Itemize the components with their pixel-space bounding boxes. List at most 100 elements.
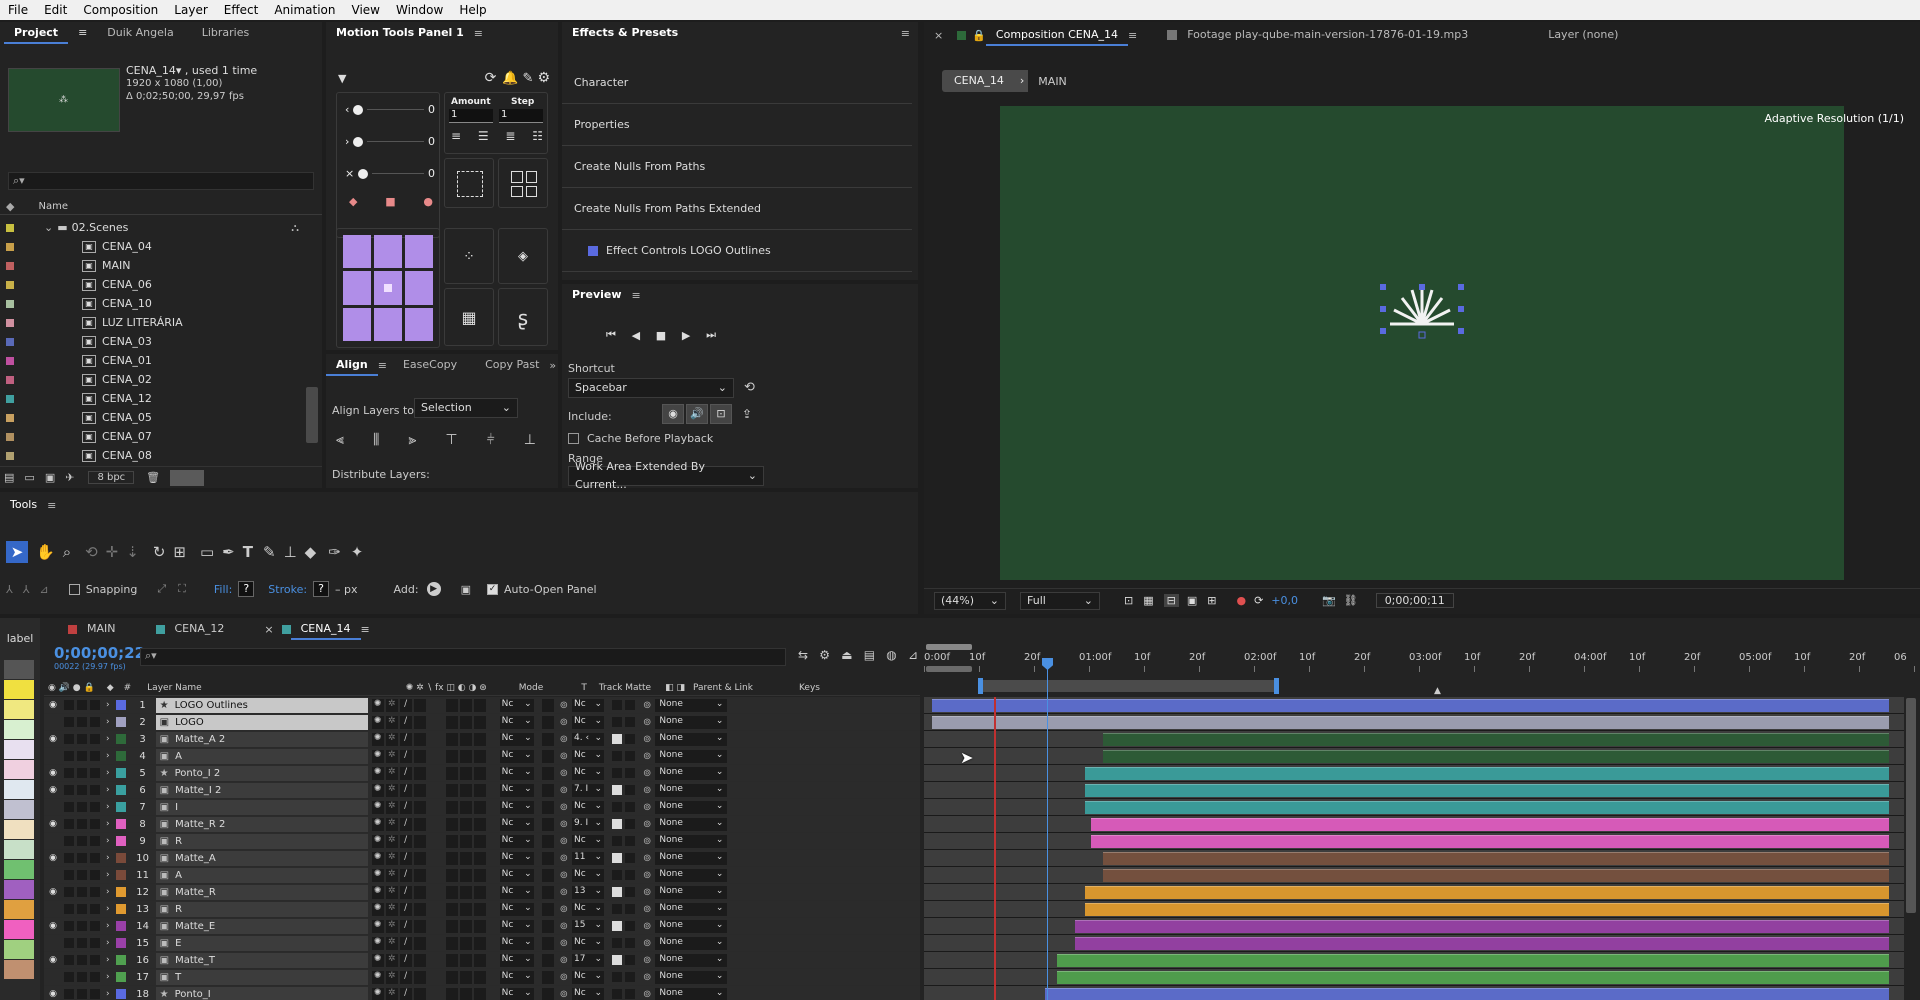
clone-stamp-tool-icon[interactable]: ⊥	[284, 543, 297, 561]
switch-motionblur[interactable]	[459, 868, 472, 882]
tab-fake-icon[interactable]: ≡	[68, 22, 97, 44]
parent-dropdown[interactable]: None ⌄	[655, 919, 728, 933]
switch-adjust[interactable]	[473, 902, 486, 916]
switch-collapse-icon[interactable]: ✲	[385, 698, 398, 712]
new-comp-icon[interactable]: ▣	[45, 471, 55, 484]
parent-dropdown[interactable]: None ⌄	[655, 800, 728, 814]
layer-row[interactable]: ◉ › 1 ★ LOGO Outlines ✺ ✲ ∕ Nc ⌄ ⊚ Nc ⌄ ⊚ None ⌄	[44, 697, 920, 714]
switch-shy-icon[interactable]: ✺	[371, 851, 384, 865]
switch-motionblur[interactable]	[459, 783, 472, 797]
parent-dropdown[interactable]: None ⌄	[655, 953, 728, 967]
matte-invert-toggle[interactable]	[625, 904, 635, 914]
expand-arrow-icon[interactable]: ›	[106, 887, 110, 897]
item-label-swatch[interactable]	[6, 413, 14, 422]
pen-tool-icon[interactable]: ✒	[222, 543, 235, 561]
track-matte-pickwhip-icon[interactable]: ⊚	[560, 921, 568, 932]
audio-toggle[interactable]	[64, 870, 74, 880]
track-matte-pickwhip-icon[interactable]: ⊚	[560, 955, 568, 966]
anchor-cell[interactable]	[343, 235, 371, 269]
matte-alpha-toggle[interactable]	[612, 751, 622, 761]
parent-pickwhip-icon[interactable]: ⊚	[643, 921, 651, 932]
switch-adjust[interactable]	[473, 783, 486, 797]
parent-pickwhip-icon[interactable]: ⊚	[643, 819, 651, 830]
menu-file[interactable]: File	[0, 0, 36, 20]
parent-pickwhip-icon[interactable]: ⊚	[643, 938, 651, 949]
switch-shy-icon[interactable]: ✺	[371, 902, 384, 916]
tab-libraries[interactable]: Libraries	[192, 22, 260, 44]
layer-name-cell[interactable]: ▣ Matte_A	[155, 850, 368, 866]
matte-invert-toggle[interactable]	[625, 768, 635, 778]
include-video-icon[interactable]: ◉	[662, 404, 684, 424]
item-label-swatch[interactable]	[6, 394, 14, 403]
name-column-header[interactable]: Name	[38, 201, 68, 212]
eye-icon[interactable]: ◉	[46, 989, 60, 999]
switch-frameblend[interactable]	[445, 732, 458, 746]
expand-arrow-icon[interactable]: ›	[106, 870, 110, 880]
label-swatch[interactable]	[4, 960, 34, 979]
switch-motionblur[interactable]	[459, 698, 472, 712]
switch-frameblend[interactable]	[445, 987, 458, 1000]
lock-toggle[interactable]	[90, 785, 100, 795]
effect-item-properties[interactable]: Properties	[562, 104, 912, 146]
layer-row[interactable]: ◉ › 3 ▣ Matte_A 2 ✺ ✲ ∕ Nc ⌄ ⊚ 4. ‹ ⌄ ⊚ None ⌄	[44, 731, 920, 748]
project-item[interactable]: ▣ MAIN	[0, 256, 305, 275]
stroke-swatch[interactable]: ?	[313, 581, 330, 597]
tab-project[interactable]: Project	[4, 22, 68, 44]
preserve-transparency[interactable]	[541, 715, 554, 729]
track-matte-dropdown[interactable]: Nc ⌄	[572, 698, 604, 712]
switch-collapse-icon[interactable]: ✲	[385, 851, 398, 865]
timeline-v-scrollbar[interactable]	[1906, 698, 1916, 913]
switch-shy-icon[interactable]: ✺	[371, 817, 384, 831]
lock-toggle[interactable]	[90, 836, 100, 846]
world-axis-icon[interactable]: ⅄	[23, 583, 30, 596]
viewer-timecode[interactable]: 0;00;00;11	[1375, 593, 1454, 608]
switch-shy-icon[interactable]: ✺	[371, 766, 384, 780]
exposure-value[interactable]: +0,0	[1271, 594, 1298, 607]
parent-dropdown[interactable]: None ⌄	[655, 698, 728, 712]
project-item[interactable]: ▣ CENA_04	[0, 237, 305, 256]
project-item[interactable]: ▣ CENA_03	[0, 332, 305, 351]
audio-toggle[interactable]	[64, 700, 74, 710]
label-swatch[interactable]	[4, 700, 34, 719]
layer-duration-bar[interactable]	[1090, 835, 1889, 848]
switch-shy-icon[interactable]: ✺	[371, 868, 384, 882]
matte-invert-toggle[interactable]	[625, 921, 635, 931]
track-matte-dropdown[interactable]: 9. I ⌄	[572, 817, 604, 831]
switch-shy-icon[interactable]: ✺	[371, 834, 384, 848]
work-area-bar[interactable]	[980, 680, 1278, 692]
lock-toggle[interactable]	[90, 921, 100, 931]
parent-pickwhip-icon[interactable]: ⊚	[643, 989, 651, 1000]
mode-dropdown[interactable]: Nc ⌄	[499, 987, 534, 1000]
solo-toggle[interactable]	[77, 836, 87, 846]
project-item[interactable]: ▣ CENA_02	[0, 370, 305, 389]
layer-duration-bar[interactable]	[1084, 801, 1889, 814]
lock-toggle[interactable]	[90, 819, 100, 829]
mode-dropdown[interactable]: Nc ⌄	[499, 766, 534, 780]
refresh-icon[interactable]: ⟳	[485, 70, 497, 86]
project-scrollbar[interactable]	[306, 387, 318, 443]
preserve-transparency[interactable]	[541, 936, 554, 950]
zoom-navigator[interactable]	[926, 644, 972, 650]
effect-item-character[interactable]: Character	[562, 62, 912, 104]
mode-dropdown[interactable]: Nc ⌄	[499, 851, 534, 865]
breadcrumb-current[interactable]: CENA_14	[942, 70, 1016, 92]
layer-name-cell[interactable]: ▣ Matte_R 2	[155, 816, 368, 832]
project-item[interactable]: ▣ CENA_01	[0, 351, 305, 370]
mode-dropdown[interactable]: Nc ⌄	[499, 936, 534, 950]
matte-invert-toggle[interactable]	[625, 989, 635, 999]
matte-invert-toggle[interactable]	[625, 955, 635, 965]
layer-name-cell[interactable]: ▣ A	[155, 748, 368, 764]
slider-knob[interactable]	[353, 136, 364, 147]
solo-toggle[interactable]	[77, 904, 87, 914]
roto-brush-tool-icon[interactable]: ✑	[328, 543, 341, 561]
switch-collapse-icon[interactable]: ✲	[385, 868, 398, 882]
layer-duration-bar[interactable]	[1084, 886, 1889, 899]
menu-edit[interactable]: Edit	[36, 0, 75, 20]
folder-expand-icon[interactable]: ⌄	[44, 221, 53, 234]
matte-alpha-toggle[interactable]	[612, 921, 622, 931]
bounding-box-button[interactable]	[444, 158, 494, 208]
mode-header[interactable]: Mode	[519, 683, 544, 693]
switch-collapse-icon[interactable]: ✲	[385, 953, 398, 967]
grid-button[interactable]	[498, 158, 548, 208]
track-matte-dropdown[interactable]: Nc ⌄	[572, 749, 604, 763]
